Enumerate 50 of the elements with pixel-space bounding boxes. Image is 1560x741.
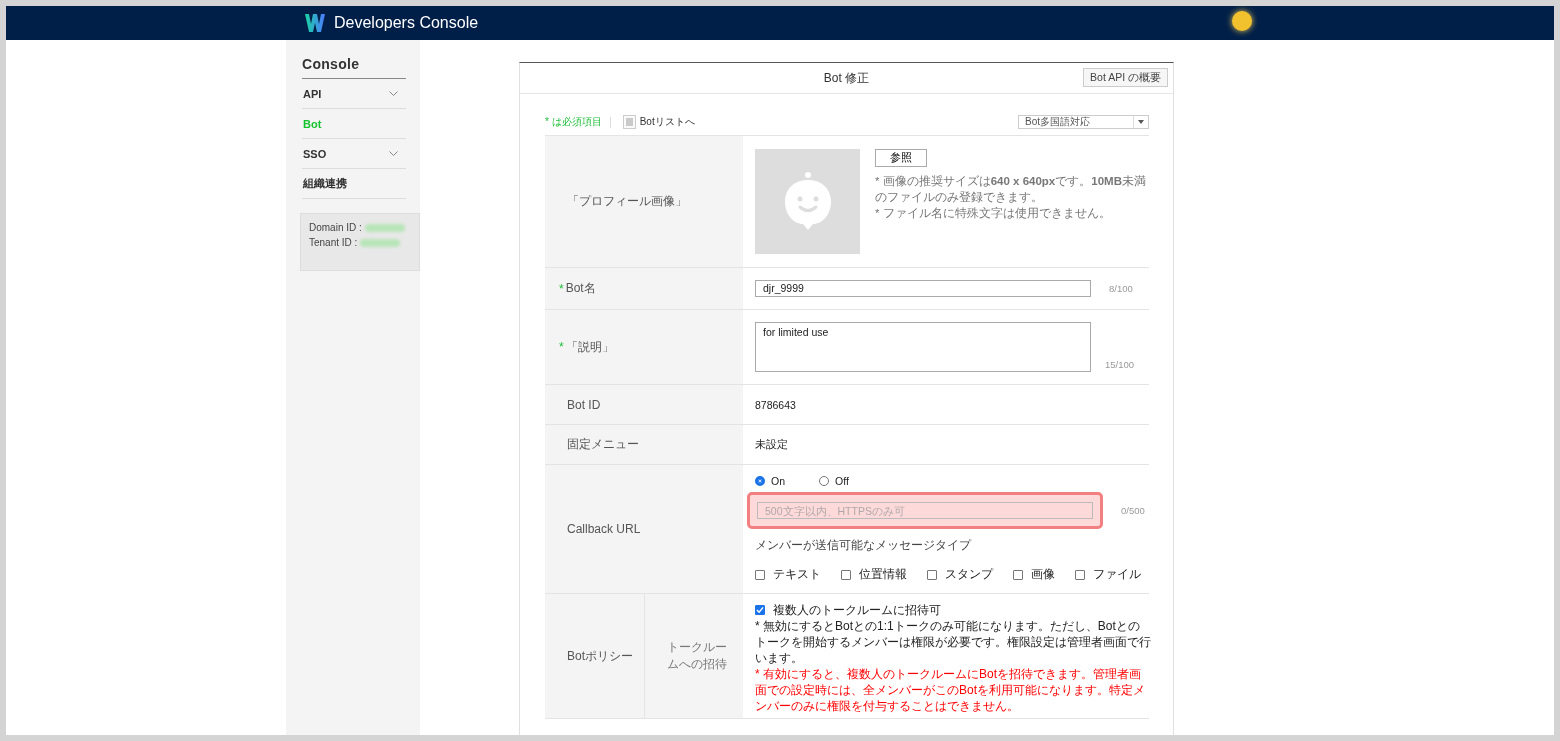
radio-option[interactable]: On xyxy=(755,475,785,487)
textarea-field[interactable]: for limited use xyxy=(755,322,1091,372)
field-label: Callback URL xyxy=(567,522,641,536)
required-mark: * xyxy=(559,281,564,296)
checkbox-option[interactable]: 画像 xyxy=(1013,566,1055,583)
policy-warning: * 有効にすると、複数人のトークルームにBotを招待できます。管理者画面での設定時には、全メンバーがこのBotを利用可能になります。特定メンバーのみに権限を付与することはできません。 xyxy=(755,666,1146,714)
char-count: 8/100 xyxy=(1109,283,1133,294)
checkbox-option[interactable]: スタンプ xyxy=(927,566,993,583)
field-label: 「プロフィール画像」 xyxy=(567,193,687,210)
field-label: Bot名 xyxy=(565,280,596,297)
bot-list-link[interactable]: Botリストへ xyxy=(639,115,695,129)
info-label: Domain ID : xyxy=(309,222,362,233)
field-label: トークルームへの招待 xyxy=(644,594,743,718)
app-title: Developers Console xyxy=(334,14,479,32)
field-value: 8786643 xyxy=(755,398,796,411)
list-icon xyxy=(622,115,636,129)
field-label: 固定メニュー xyxy=(567,436,639,453)
hint-text: * 画像の推奨サイズは640 x 640pxです。10MB未満のファイルのみ登録できます。 xyxy=(875,174,1147,205)
hint-text: * ファイル名に特殊文字は使用できません。 xyxy=(875,206,1112,221)
page-title: Bot 修正 xyxy=(823,69,870,87)
redacted-value xyxy=(360,238,401,247)
char-count: 0/500 xyxy=(1121,505,1145,516)
overview-button[interactable]: Bot API の概要 xyxy=(1083,68,1168,87)
info-label: Tenant ID : xyxy=(309,237,358,248)
sidebar-item[interactable]: API xyxy=(302,79,406,109)
checkbox-option[interactable]: 複数人のトークルームに招待可 xyxy=(755,602,1151,618)
section-label: メンバーが送信可能なメッセージタイプ xyxy=(755,537,973,554)
logo-icon xyxy=(305,14,325,32)
checkbox-option[interactable]: テキスト xyxy=(755,566,821,583)
browse-button[interactable]: 参照 xyxy=(875,149,927,167)
policy-note: * 無効にするとBotとの1:1トークのみ可能になります。ただし、Botとのトークを開始するメンバーは権限が必要です。権限設定は管理者画面で行います。 xyxy=(755,618,1151,666)
avatar-icon[interactable] xyxy=(1232,11,1252,31)
required-note: * は必須項目 xyxy=(545,115,602,129)
field-value: 未設定 xyxy=(755,437,788,452)
redacted-value xyxy=(364,223,405,232)
sidebar-item[interactable]: SSO xyxy=(302,139,406,169)
char-count: 15/100 xyxy=(1105,359,1135,370)
language-select[interactable]: Bot多国語対応 xyxy=(1018,115,1149,129)
field-label: Botポリシー xyxy=(545,594,644,718)
checkbox-option[interactable]: ファイル xyxy=(1075,566,1141,583)
caret-icon xyxy=(1138,120,1144,124)
required-mark: * xyxy=(559,340,564,354)
sidebar-title: Console xyxy=(302,56,406,79)
checkbox-option[interactable]: 位置情報 xyxy=(841,566,907,583)
text-field[interactable]: djr_9999 xyxy=(755,280,1091,297)
sidebar-item[interactable]: 組織連携 xyxy=(302,169,406,199)
field-label: 「説明」 xyxy=(565,338,614,356)
field-label: Bot ID xyxy=(567,397,601,412)
url-field[interactable]: 500文字以内、HTTPSのみ可 xyxy=(757,502,1093,519)
radio-option[interactable]: Off xyxy=(819,475,849,487)
